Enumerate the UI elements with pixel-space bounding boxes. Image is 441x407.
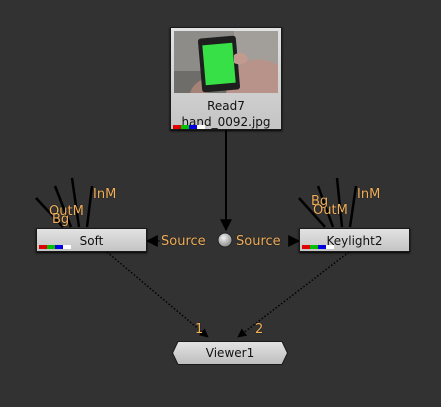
- keylight-input-label-inm: InM: [357, 187, 381, 202]
- keylight-input-stub[interactable]: [348, 185, 358, 228]
- viewer-input-label-1: 1: [195, 322, 204, 337]
- keylight-channel-indicator: [302, 245, 334, 249]
- soft-input-stub[interactable]: [85, 185, 94, 228]
- keylight-input-label-outm: OutM: [313, 203, 348, 218]
- viewer-input-label-2: 2: [255, 322, 264, 337]
- soft-channel-indicator: [39, 245, 71, 249]
- soft-input-stub[interactable]: [70, 177, 81, 228]
- read-thumbnail: [174, 31, 278, 93]
- soft-node[interactable]: Soft: [36, 228, 147, 252]
- dot-node[interactable]: [217, 232, 233, 248]
- wire-soft-to-viewer[interactable]: [106, 251, 209, 338]
- keylight-input-label-source: Source: [236, 234, 281, 249]
- keylight-node[interactable]: Keylight2: [299, 228, 410, 252]
- viewer-node-title: Viewer1: [205, 346, 255, 360]
- hand-phone-image: [174, 31, 278, 93]
- read-node-title: Read7: [207, 99, 245, 113]
- soft-input-label-inm: InM: [93, 187, 117, 202]
- node-graph[interactable]: Read7 hand_0092.jpg Soft Keylight2 Viewe…: [0, 0, 441, 407]
- viewer-node[interactable]: Viewer1: [172, 341, 288, 365]
- soft-input-label-source: Source: [161, 234, 206, 249]
- soft-input-label-bg: Bg: [52, 212, 70, 227]
- read-node[interactable]: Read7 hand_0092.jpg: [170, 27, 282, 130]
- read-channel-indicator: [173, 125, 205, 129]
